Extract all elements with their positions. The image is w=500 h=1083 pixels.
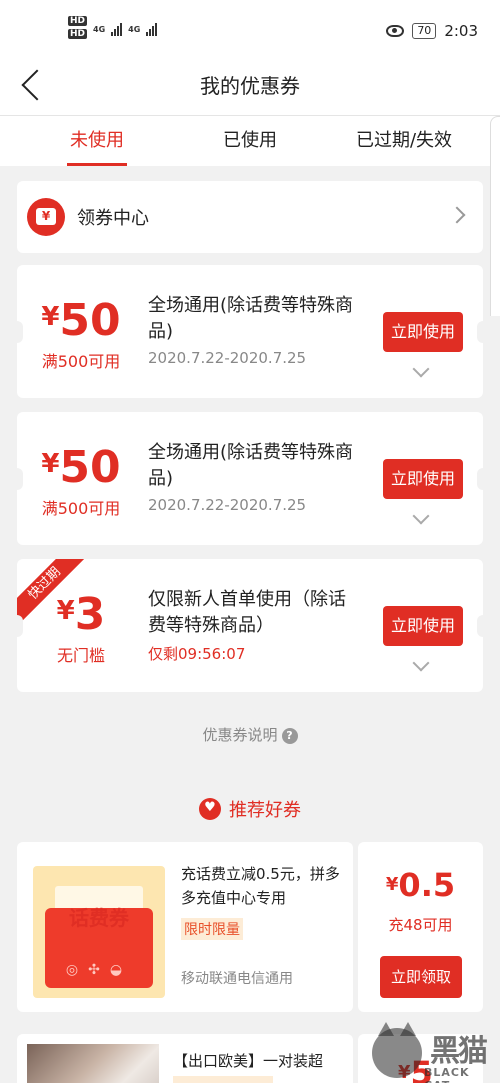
use-now-button[interactable]: 立即使用 xyxy=(383,312,463,352)
coupon-value: 50 xyxy=(59,295,121,346)
recommended-coupon-side: ¥0.5 充48可用 立即领取 xyxy=(358,842,483,1012)
coupon-amount: ¥50 xyxy=(17,295,145,346)
card-notch xyxy=(477,615,489,637)
coupon-condition: 无门槛 xyxy=(56,646,105,665)
recommend-section-title: 推荐好券 xyxy=(0,796,500,822)
product-photo xyxy=(27,1044,159,1083)
coupon-amount: ¥3 xyxy=(17,589,145,640)
active-tab-indicator xyxy=(67,163,127,166)
ticket-icon: ¥ xyxy=(27,198,65,236)
hd-badge: HD xyxy=(68,29,88,39)
coupon-card: 快过期 ¥3 无门槛 仅限新人首单使用（除话费等特殊商品） 仅剩09:56:07… xyxy=(11,559,489,692)
limited-badge: 限时限量 xyxy=(181,918,243,940)
coupon-countdown: 仅剩09:56:07 xyxy=(148,645,246,663)
product-badge xyxy=(173,1076,273,1083)
hd-badges: HD HD xyxy=(68,16,88,42)
heart-icon xyxy=(199,798,221,820)
use-now-button[interactable]: 立即使用 xyxy=(383,459,463,499)
watermark-subtext: BLACK CAT xyxy=(424,1066,470,1083)
tab-expired[interactable]: 已过期/失效 xyxy=(348,126,460,152)
eye-icon xyxy=(386,25,405,37)
recommended-coupon-title: 充话费立减0.5元，拼多多充值中心专用 xyxy=(181,865,340,907)
coupon-value: 3 xyxy=(74,589,106,640)
coupon-condition: 满500可用 xyxy=(41,499,121,518)
status-right: 70 2:03 xyxy=(386,22,478,40)
recommended-coupon-note: 移动联通电信通用 xyxy=(181,971,293,987)
recommended-product-card[interactable]: 【出口欧美】一对装超 xyxy=(17,1034,353,1083)
tab-unused[interactable]: 未使用 xyxy=(67,126,127,152)
currency-symbol: ¥ xyxy=(41,302,60,332)
coupon-condition: 充48可用 xyxy=(388,916,453,934)
chevron-down-icon[interactable] xyxy=(412,507,430,525)
coupon-value: 50 xyxy=(59,442,121,493)
signal-icon xyxy=(111,22,123,36)
watermark-text: 黑猫 xyxy=(430,1034,488,1069)
tab-bar: 未使用 已使用 已过期/失效 xyxy=(0,116,500,166)
coupon-explanation-link[interactable]: 优惠券说明? xyxy=(0,724,500,745)
cat-logo-icon xyxy=(372,1022,422,1078)
network-type: 4G xyxy=(128,24,141,34)
currency-symbol: ¥ xyxy=(41,449,60,479)
coupon-validity: 2020.7.22-2020.7.25 xyxy=(148,349,307,367)
tab-used[interactable]: 已使用 xyxy=(220,126,280,152)
coupon-value: 0.5 xyxy=(398,866,456,904)
chevron-down-icon[interactable] xyxy=(412,654,430,672)
recommended-coupon-card[interactable]: 话费券 ◎✣◒ 充话费立减0.5元，拼多多充值中心专用 限时限量 移动联通电信通… xyxy=(17,842,353,1012)
coupon-title: 全场通用(除话费等特殊商品) xyxy=(148,295,354,342)
chevron-right-icon xyxy=(448,206,466,224)
hd-badge: HD xyxy=(68,16,88,26)
coupon-card: ¥50 满500可用 全场通用(除话费等特殊商品) 2020.7.22-2020… xyxy=(11,265,489,398)
carrier-logos-icon: ◎✣◒ xyxy=(65,962,133,978)
coupon-center-label: 领券中心 xyxy=(77,208,149,229)
chevron-down-icon[interactable] xyxy=(412,360,430,378)
claim-now-button[interactable]: 立即领取 xyxy=(380,956,462,998)
signal-icon xyxy=(146,22,158,36)
coupon-title: 全场通用(除话费等特殊商品) xyxy=(148,442,354,489)
clock: 2:03 xyxy=(444,22,478,40)
currency-symbol: ¥ xyxy=(56,596,75,626)
phone-voucher-image: 话费券 ◎✣◒ xyxy=(33,866,165,998)
page-title: 我的优惠券 xyxy=(200,74,300,98)
voucher-label: 话费券 xyxy=(69,906,129,930)
coupon-amount: ¥0.5 xyxy=(358,866,483,904)
coupon-condition: 满500可用 xyxy=(41,352,121,371)
black-cat-watermark: 黑猫 BLACK CAT xyxy=(372,1018,500,1083)
coupon-validity: 2020.7.22-2020.7.25 xyxy=(148,496,307,514)
product-title: 【出口欧美】一对装超 xyxy=(173,1052,324,1070)
use-now-button[interactable]: 立即使用 xyxy=(383,606,463,646)
card-notch xyxy=(477,468,489,490)
battery-icon: 70 xyxy=(412,23,437,39)
coupon-title: 仅限新人首单使用（除话费等特殊商品） xyxy=(148,589,346,636)
explanation-text: 优惠券说明 xyxy=(202,726,278,744)
nav-header: 我的优惠券 xyxy=(0,60,500,116)
network-type: 4G xyxy=(93,24,106,34)
question-icon: ? xyxy=(281,728,298,744)
ticket-glyph: ¥ xyxy=(36,208,56,225)
coupon-card: ¥50 满500可用 全场通用(除话费等特殊商品) 2020.7.22-2020… xyxy=(11,412,489,545)
scroll-edge xyxy=(490,116,500,316)
coupon-center-row[interactable]: ¥ 领券中心 xyxy=(17,181,483,253)
coupon-amount: ¥50 xyxy=(17,442,145,493)
recommend-title: 推荐好券 xyxy=(229,800,301,821)
card-notch xyxy=(477,321,489,343)
signal-indicators: HD HD 4G 4G xyxy=(68,16,158,42)
status-bar: HD HD 4G 4G 70 2:03 xyxy=(0,0,500,60)
currency-symbol: ¥ xyxy=(385,874,399,895)
